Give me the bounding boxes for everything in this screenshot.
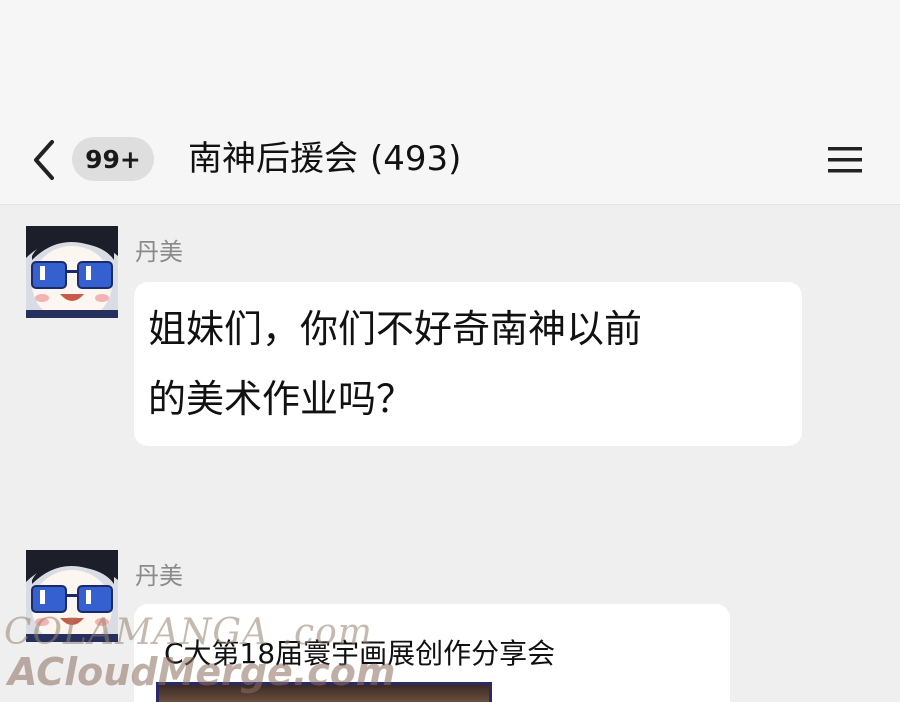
status-area — [0, 0, 900, 110]
unread-badge[interactable]: 99+ — [72, 137, 154, 181]
message-line-2: 的美术作业吗？ — [148, 377, 415, 421]
back-button[interactable] — [28, 138, 62, 182]
card-title: C大第18届寰宇画展创作分享会 — [164, 637, 556, 670]
shared-card[interactable]: C大第18届寰宇画展创作分享会 — [134, 604, 730, 702]
card-image — [156, 682, 492, 702]
avatar-face-icon — [26, 550, 118, 642]
group-name: 南神后援会 — [188, 139, 358, 179]
chat-header: 99+ 南神后援会 (493) — [0, 110, 900, 205]
sender-name: 丹美 — [135, 238, 183, 266]
sender-name: 丹美 — [135, 562, 183, 590]
member-count: (493) — [370, 139, 462, 179]
message-bubble[interactable]: 姐妹们，你们不好奇南神以前 的美术作业吗？ — [134, 282, 802, 446]
avatar-face-icon — [26, 226, 118, 318]
avatar[interactable] — [26, 550, 118, 642]
hamburger-menu-icon — [828, 147, 862, 173]
menu-button[interactable] — [826, 144, 864, 176]
chevron-left-icon — [34, 140, 54, 180]
chat-title: 南神后援会 (493) — [188, 134, 461, 184]
avatar[interactable] — [26, 226, 118, 318]
message-text: 姐妹们，你们不好奇南神以前 的美术作业吗？ — [134, 282, 802, 434]
message-line-1: 姐妹们，你们不好奇南神以前 — [148, 307, 643, 351]
